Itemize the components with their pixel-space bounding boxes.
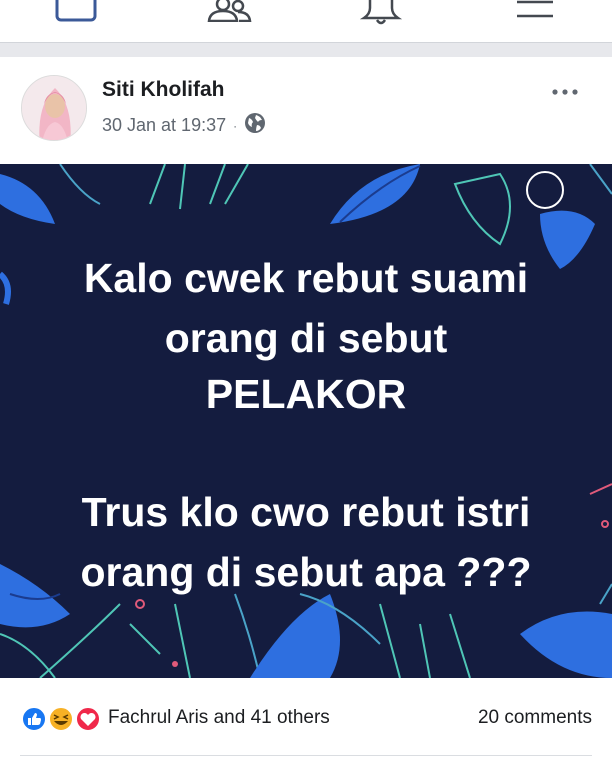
post-author-name[interactable]: Siti Kholifah — [102, 78, 225, 102]
post-meta: 30 Jan at 19:37 · — [102, 112, 266, 139]
like-reaction-icon — [21, 706, 47, 732]
comments-count[interactable]: 20 comments — [478, 707, 592, 729]
post-text-line-1: Kalo cwek rebut suami — [83, 255, 529, 301]
feed-separator — [0, 42, 612, 57]
meta-separator: · — [233, 118, 238, 133]
love-reaction-icon — [75, 706, 101, 732]
friends-icon[interactable] — [205, 0, 253, 24]
more-options-icon[interactable] — [548, 78, 584, 102]
reaction-icons[interactable] — [20, 705, 104, 733]
divider — [20, 755, 592, 756]
post-text-line-3: PELAKOR — [205, 371, 407, 417]
haha-reaction-icon — [48, 706, 74, 732]
globe-icon — [244, 112, 266, 139]
post-timestamp[interactable]: 30 Jan at 19:37 — [102, 115, 226, 136]
post-text-line-4: Trus klo cwo rebut istri — [81, 489, 531, 535]
post-image[interactable]: Kalo cwek rebut suami orang di sebut PEL… — [0, 164, 612, 678]
news-feed-icon[interactable] — [55, 0, 97, 24]
menu-icon[interactable] — [515, 0, 555, 24]
avatar[interactable] — [21, 75, 87, 141]
likers-text[interactable]: Fachrul Aris and 41 others — [108, 707, 330, 729]
top-nav-bar — [0, 0, 612, 42]
post-text-line-2: orang di sebut — [164, 315, 448, 361]
post-text-line-5: orang di sebut apa ??? — [80, 549, 532, 595]
notifications-icon[interactable] — [360, 0, 404, 25]
